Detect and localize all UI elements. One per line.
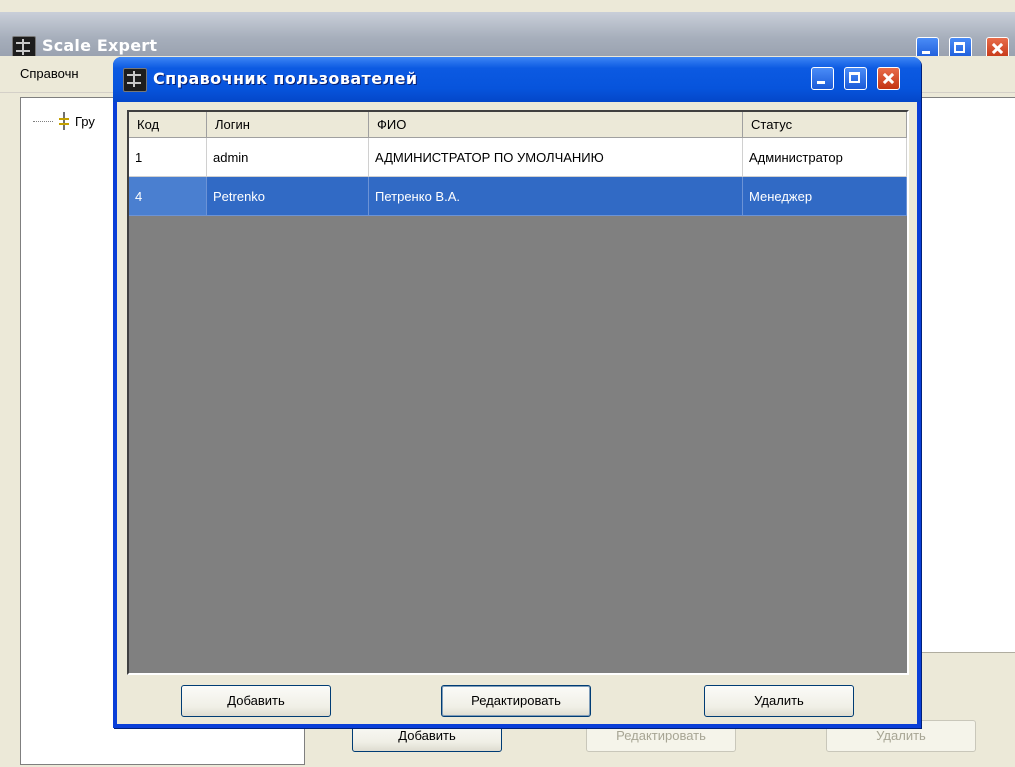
maximize-icon (849, 72, 860, 83)
close-icon (878, 68, 899, 89)
tree-node-groups[interactable]: Гру (33, 112, 95, 130)
right-list-panel[interactable] (910, 97, 1015, 653)
dialog-titlebar[interactable]: Справочник пользователей (113, 57, 921, 102)
cell-code: 4 (129, 177, 207, 216)
dialog-add-button[interactable]: Добавить (181, 685, 331, 717)
minimize-icon (922, 51, 930, 54)
cell-fio: АДМИНИСТРАТОР ПО УМОЛЧАНИЮ (369, 138, 743, 177)
dialog-minimize-button[interactable] (811, 67, 834, 90)
dialog-body: Код Логин ФИО Статус 1 admin АДМИНИСТРАТ… (117, 102, 917, 724)
grid-header: Код Логин ФИО Статус (129, 112, 907, 138)
tree-node-label: Гру (75, 113, 95, 129)
column-header-fio[interactable]: ФИО (369, 112, 743, 138)
cell-code: 1 (129, 138, 207, 177)
dialog-maximize-button[interactable] (844, 67, 867, 90)
maximize-icon (954, 42, 965, 53)
dialog-delete-button[interactable]: Удалить (704, 685, 854, 717)
tree-connector (33, 120, 53, 122)
tree-node-icon (57, 112, 71, 130)
users-grid[interactable]: Код Логин ФИО Статус 1 admin АДМИНИСТРАТ… (127, 110, 909, 675)
cell-status: Администратор (743, 138, 907, 177)
table-row[interactable]: 1 admin АДМИНИСТРАТОР ПО УМОЛЧАНИЮ Админ… (129, 138, 907, 177)
cell-fio: Петренко В.А. (369, 177, 743, 216)
users-dialog: Справочник пользователей Код Логин ФИО С… (113, 57, 921, 728)
cell-status: Менеджер (743, 177, 907, 216)
column-header-code[interactable]: Код (129, 112, 207, 138)
menu-item-spravochniki[interactable]: Справочн (20, 66, 79, 81)
table-row-selected[interactable]: 4 Petrenko Петренко В.А. Менеджер (129, 177, 907, 216)
dialog-title: Справочник пользователей (153, 69, 418, 88)
scale-icon (123, 68, 147, 92)
cell-login: admin (207, 138, 369, 177)
minimize-icon (817, 81, 825, 84)
dialog-close-button[interactable] (877, 67, 900, 90)
main-window-title: Scale Expert (42, 36, 158, 55)
dialog-edit-button[interactable]: Редактировать (441, 685, 591, 717)
main-titlebar[interactable]: Scale Expert (0, 12, 1015, 60)
cell-login: Petrenko (207, 177, 369, 216)
column-header-login[interactable]: Логин (207, 112, 369, 138)
column-header-status[interactable]: Статус (743, 112, 907, 138)
